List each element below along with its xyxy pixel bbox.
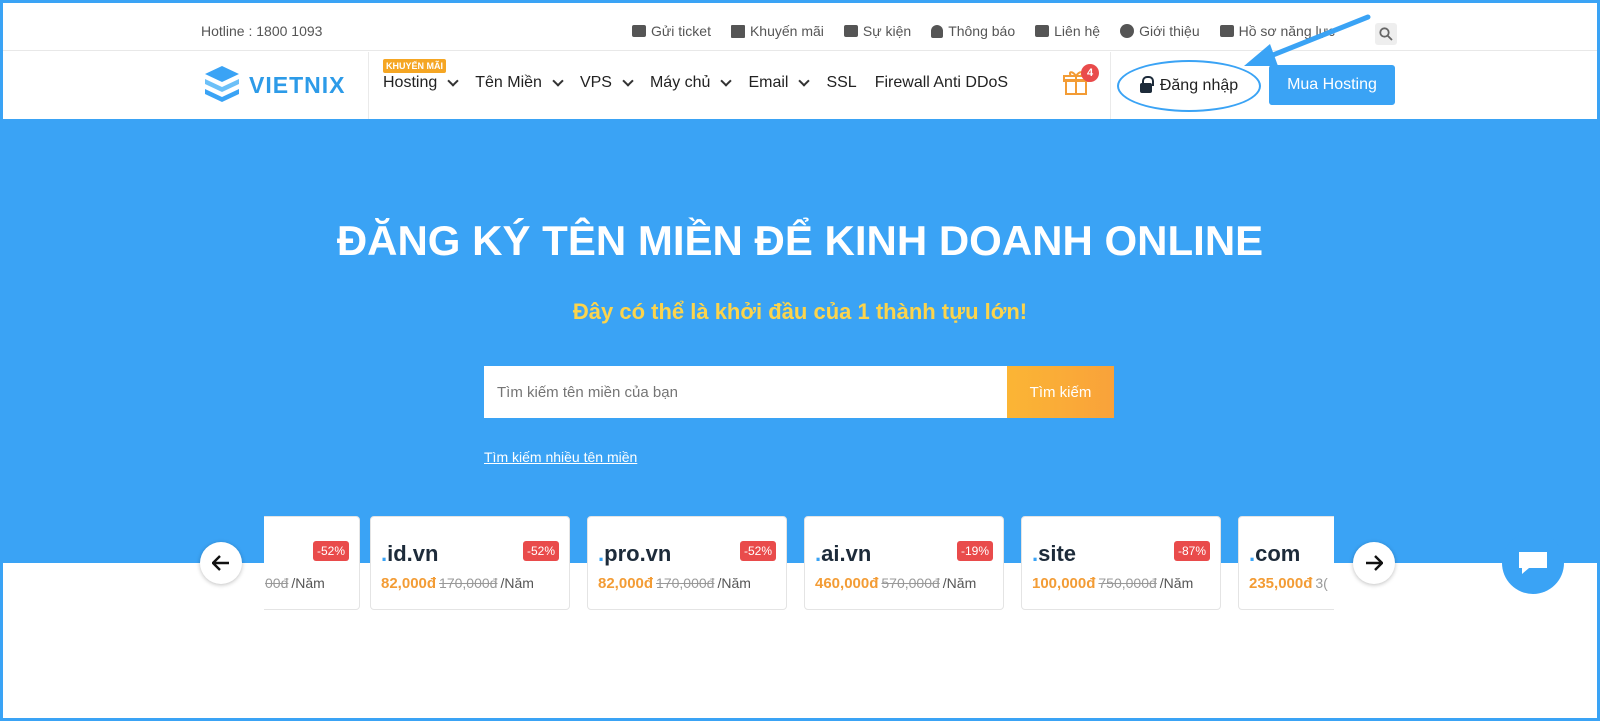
- lock-icon: [1139, 76, 1154, 93]
- top-links: Gửi ticket Khuyến mãi Sự kiện Thông báo …: [632, 23, 1335, 39]
- domain-card[interactable]: .id.vn -52% 82,000đ 170,000đ/Năm: [370, 516, 570, 610]
- about-link[interactable]: Giới thiệu: [1120, 23, 1200, 39]
- hero-title: ĐĂNG KÝ TÊN MIỀN ĐỂ KINH DOANH ONLINE: [336, 217, 1264, 264]
- price-row: 100,000đ 750,000đ/Năm: [1032, 575, 1194, 592]
- next-button[interactable]: [1353, 542, 1395, 584]
- contact-link[interactable]: Liên hệ: [1035, 23, 1100, 39]
- price-row: 82,000đ 170,000đ/Năm: [598, 575, 751, 592]
- domain-extension: .pro.vn: [598, 541, 672, 566]
- arrow-right-icon: [1366, 555, 1383, 571]
- prev-button[interactable]: [200, 542, 242, 584]
- nav-ssl[interactable]: SSL: [826, 74, 856, 92]
- nav-divider: [1110, 52, 1111, 119]
- chat-bubble-icon: [1519, 552, 1547, 574]
- notifications-link[interactable]: Thông báo: [931, 23, 1015, 39]
- arrow-left-icon: [212, 555, 229, 571]
- domain-search-input[interactable]: [484, 366, 1007, 418]
- chevron-down-icon: [552, 74, 564, 87]
- domain-card[interactable]: .com 235,000đ 3(: [1238, 516, 1334, 610]
- contact-card-icon: [1035, 25, 1050, 37]
- search-icon: [1379, 27, 1393, 41]
- discount-badge: -19%: [956, 541, 993, 561]
- nav-menu: KHUYẾN MÃI Hosting Tên Miền VPS Máy chủ …: [383, 59, 1026, 92]
- domain-card[interactable]: .pro.vn -52% 82,000đ 170,000đ/Năm: [587, 516, 787, 610]
- buy-hosting-button[interactable]: Mua Hosting: [1269, 65, 1395, 105]
- nav-vps[interactable]: VPS: [580, 74, 634, 92]
- login-button[interactable]: Đăng nhập: [1117, 60, 1261, 112]
- hotline-text: Hotline : 1800 1093: [201, 23, 323, 39]
- domain-extension: .ai.vn: [815, 541, 872, 566]
- bell-icon: [931, 24, 944, 38]
- book-icon: [1219, 25, 1234, 37]
- chat-button[interactable]: [1502, 532, 1564, 594]
- nav-email[interactable]: Email: [748, 74, 811, 92]
- domain-extension: .com: [1249, 541, 1301, 566]
- logo-text: VIETNIX: [249, 71, 346, 98]
- events-link[interactable]: Sự kiện: [843, 23, 911, 39]
- domain-search: Tìm kiếm: [484, 366, 1114, 418]
- chevron-down-icon: [798, 74, 811, 87]
- multi-domain-search-link[interactable]: Tìm kiếm nhiều tên miền: [484, 449, 637, 465]
- nav-firewall[interactable]: Firewall Anti DDoS: [875, 74, 1008, 92]
- nav-domain[interactable]: Tên Miền: [475, 74, 564, 92]
- gift-button[interactable]: 4: [1063, 64, 1099, 96]
- nav-hosting[interactable]: KHUYẾN MÃI Hosting: [383, 59, 459, 92]
- promotion-link[interactable]: Khuyến mãi: [730, 23, 824, 39]
- ticket-icon: [632, 25, 647, 37]
- domain-extension: .site: [1032, 541, 1077, 566]
- price-row: 460,000đ 570,000đ/Năm: [815, 575, 977, 592]
- promo-tag: KHUYẾN MÃI: [383, 59, 447, 73]
- domain-card[interactable]: -52% 00đ/Năm: [264, 516, 360, 610]
- domain-search-button[interactable]: Tìm kiếm: [1007, 366, 1114, 418]
- search-button[interactable]: [1375, 23, 1397, 45]
- discount-badge: -87%: [1173, 541, 1210, 561]
- main-nav: VIETNIX KHUYẾN MÃI Hosting Tên Miền VPS …: [3, 52, 1597, 119]
- info-icon: [1120, 24, 1135, 38]
- gift-count-badge: 4: [1081, 64, 1099, 82]
- newspaper-icon: [843, 25, 858, 37]
- price-row: 00đ/Năm: [265, 575, 325, 591]
- price-row: 82,000đ 170,000đ/Năm: [381, 575, 534, 592]
- domain-card[interactable]: .site -87% 100,000đ 750,000đ/Năm: [1021, 516, 1221, 610]
- discount-badge: -52%: [739, 541, 776, 561]
- price-row: 235,000đ 3(: [1249, 575, 1328, 592]
- gift-icon: [730, 24, 745, 38]
- discount-badge: -52%: [522, 541, 559, 561]
- ticket-link[interactable]: Gửi ticket: [632, 23, 711, 39]
- domain-extension: .id.vn: [381, 541, 439, 566]
- hero-section: ĐĂNG KÝ TÊN MIỀN ĐỂ KINH DOANH ONLINE Đâ…: [3, 119, 1597, 563]
- hero-subtitle: Đây có thể là khởi đầu của 1 thành tựu l…: [572, 299, 1028, 324]
- domain-carousel: -52% 00đ/Năm .id.vn -52% 82,000đ 170,000đ…: [264, 516, 1334, 612]
- chevron-down-icon: [447, 74, 459, 87]
- profile-link[interactable]: Hồ sơ năng lực: [1219, 23, 1335, 39]
- domain-card[interactable]: .ai.vn -19% 460,000đ 570,000đ/Năm: [804, 516, 1004, 610]
- chevron-down-icon: [622, 74, 634, 87]
- top-bar: Hotline : 1800 1093 Gửi ticket Khuyến mã…: [3, 3, 1597, 51]
- chevron-down-icon: [720, 74, 733, 87]
- nav-divider: [368, 52, 369, 119]
- nav-server[interactable]: Máy chủ: [650, 74, 733, 92]
- discount-badge: -52%: [312, 541, 349, 561]
- logo-icon: [205, 66, 239, 102]
- logo[interactable]: VIETNIX: [201, 64, 345, 106]
